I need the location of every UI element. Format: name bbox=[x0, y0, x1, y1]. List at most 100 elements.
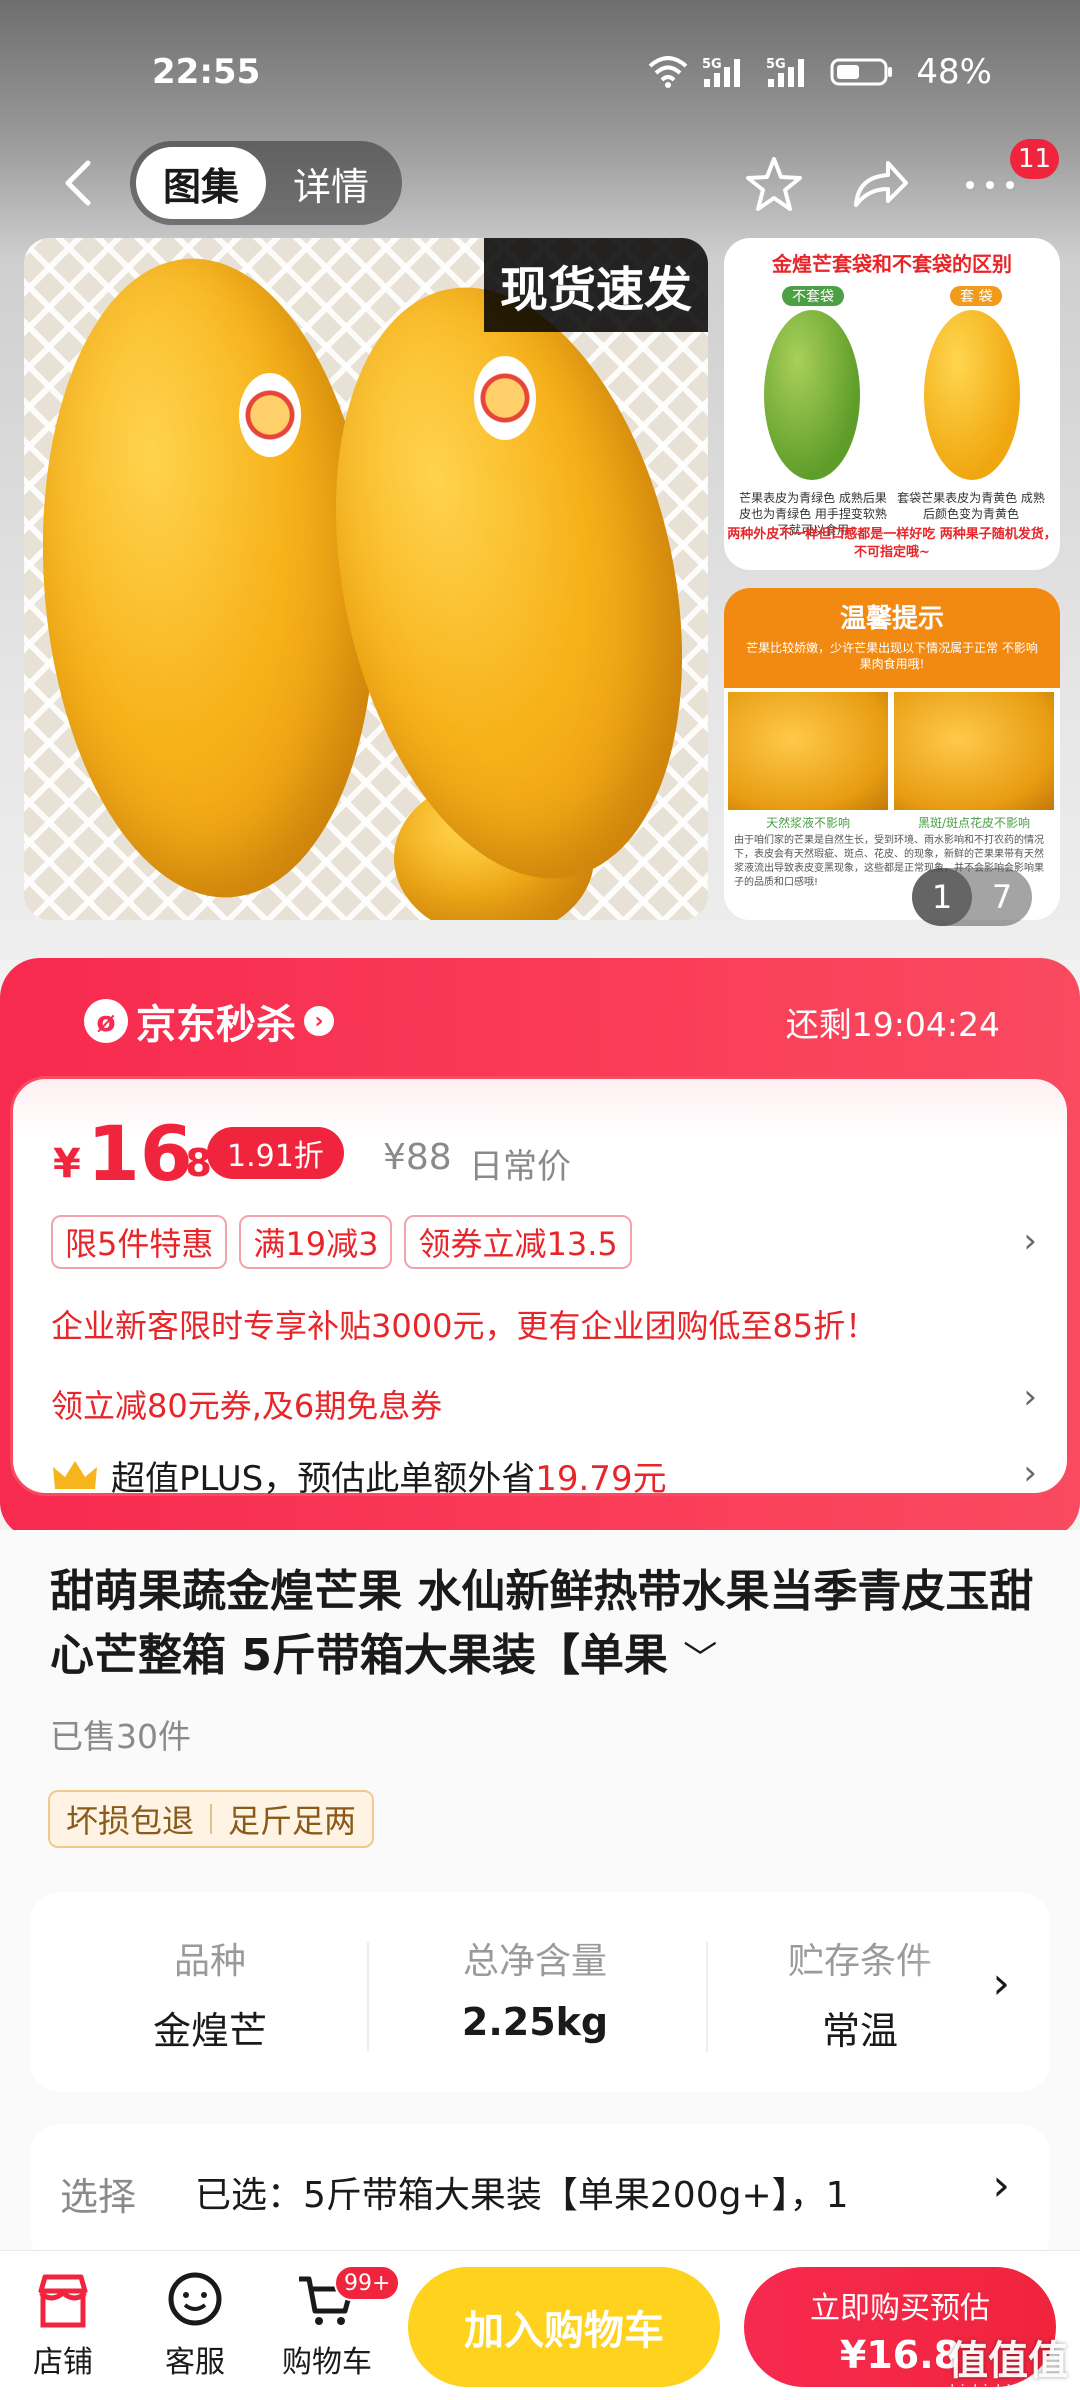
seckill-logo-icon: ø bbox=[84, 999, 128, 1043]
yellow-mango-image bbox=[924, 310, 1020, 480]
price-decimal: .8 bbox=[171, 1141, 212, 1185]
unbagged-tag: 不套袋 bbox=[782, 286, 844, 306]
shop-icon bbox=[38, 2274, 88, 2328]
plus-save-amount: 19.79元 bbox=[535, 1459, 667, 1499]
plus-savings-row[interactable]: 超值PLUS，预估此单额外省19.79元 bbox=[51, 1451, 667, 1500]
spec-summary[interactable]: 品种 金煌芒 总净含量 2.25kg 贮存条件 常温 › bbox=[30, 1892, 1050, 2092]
main-product-photo[interactable]: 现货速发 bbox=[24, 238, 708, 920]
sku-select-row[interactable]: 选择 已选：5斤带箱大果装【单果200g+】，1 › bbox=[30, 2124, 1050, 2264]
price-card: ¥ 16 .8 1.91折 ¥88 日常价 限5件特惠 满19减3 领券立减13… bbox=[10, 1076, 1070, 1499]
plus-text: 超值PLUS，预估此单额外省 bbox=[111, 1459, 536, 1499]
customer-service-button[interactable]: 客服 bbox=[140, 2271, 250, 2381]
spec-item: 品种 金煌芒 bbox=[60, 1932, 360, 2055]
page-total: 7 bbox=[991, 878, 1013, 916]
spec-value: 金煌芒 bbox=[152, 2009, 267, 2053]
page-current: 1 bbox=[912, 868, 972, 926]
buy-now-label: 立即购买预估 bbox=[810, 2291, 990, 2326]
mango-sticker bbox=[239, 373, 301, 457]
watermark-url: zhizhizhi.com bbox=[941, 2381, 1050, 2400]
chevron-right-icon[interactable]: › bbox=[992, 1958, 1010, 2009]
watermark-logo: 值值值 bbox=[948, 2338, 1068, 2384]
share-icon[interactable] bbox=[848, 153, 912, 217]
tab-gallery[interactable]: 图集 bbox=[136, 147, 266, 219]
product-title-text: 甜萌果蔬金煌芒果 水仙新鲜热带水果当季青皮玉甜心芒整箱 5斤带箱大果装【单果 bbox=[50, 1566, 1034, 1681]
crown-icon bbox=[53, 1460, 97, 1489]
caption-right: 黑斑/斑点花皮不影响 bbox=[917, 816, 1031, 830]
bagged-tag: 套 袋 bbox=[950, 286, 1003, 306]
enterprise-subsidy-text[interactable]: 企业新客限时专享补贴3000元，更有企业团购低至85折！ bbox=[51, 1301, 877, 1347]
signal-5g-icon-2: 5G bbox=[766, 57, 805, 87]
product-title[interactable]: 甜萌果蔬金煌芒果 水仙新鲜热带水果当季青皮玉甜心芒整箱 5斤带箱大果装【单果 ﹀ bbox=[50, 1560, 1040, 1691]
in-stock-label: 现货速发 bbox=[484, 238, 708, 332]
signal-5g-icon: 5G bbox=[702, 57, 741, 87]
green-mango-image bbox=[764, 310, 860, 480]
fade-overlay bbox=[910, 1922, 990, 2062]
chevron-right-icon: › bbox=[304, 1006, 334, 1036]
image-gallery[interactable]: 现货速发 金煌芒套袋和不套袋的区别 不套袋 套 袋 芒果表皮为青绿色 成熟后果皮… bbox=[24, 238, 1060, 920]
status-icons: 5G 5G 48% bbox=[648, 52, 992, 92]
divider bbox=[367, 1942, 369, 2052]
selected-sku: 已选：5斤带箱大果装【单果200g+】，1 bbox=[195, 2175, 849, 2216]
thumbnail-bagging-comparison[interactable]: 金煌芒套袋和不套袋的区别 不套袋 套 袋 芒果表皮为青绿色 成熟后果皮也为青绿色… bbox=[724, 238, 1060, 570]
customer-service-icon bbox=[168, 2272, 222, 2326]
svg-text:5G: 5G bbox=[702, 57, 722, 72]
spec-key: 总净含量 bbox=[462, 1941, 607, 1982]
cart-label: 购物车 bbox=[282, 2345, 372, 2380]
tips-subtitle: 芒果比较娇嫩，少许芒果出现以下情况属于正常 不影响果肉食用哦! bbox=[746, 641, 1038, 671]
seckill-title[interactable]: ø 京东秒杀 › bbox=[84, 992, 334, 1050]
countdown-timer: 还剩19:04:24 bbox=[785, 1005, 1000, 1044]
status-bar: 22:55 5G 5G 48% bbox=[0, 40, 1080, 110]
promo-tags[interactable]: 限5件特惠 满19减3 领券立减13.5 bbox=[51, 1215, 632, 1269]
card-title: 金煌芒套袋和不套袋的区别 bbox=[772, 252, 1012, 276]
cart-count-badge: 99+ bbox=[334, 2265, 401, 2301]
product-info: 甜萌果蔬金煌芒果 水仙新鲜热带水果当季青皮玉甜心芒整箱 5斤带箱大果装【单果 ﹀… bbox=[0, 1530, 1080, 2264]
mango-sticker bbox=[474, 356, 536, 440]
battery-icon bbox=[830, 58, 893, 86]
tab-detail[interactable]: 详情 bbox=[266, 147, 396, 219]
service-tag: 坏损包退 bbox=[66, 1802, 195, 1840]
coupon-text[interactable]: 领立减80元券,及6期免息券 bbox=[51, 1381, 442, 1427]
add-to-cart-button[interactable]: 加入购物车 bbox=[408, 2267, 720, 2387]
promo-tag[interactable]: 领券立减13.5 bbox=[404, 1215, 632, 1269]
bottom-action-bar: 店铺 客服 购物车 99+ 加入购物车 立即购买预估 ¥16.8 值值值 zhi… bbox=[0, 2250, 1080, 2400]
original-price-label: 日常价 bbox=[469, 1147, 571, 1187]
shop-label: 店铺 bbox=[33, 2345, 93, 2380]
select-label: 选择 bbox=[60, 2175, 137, 2219]
status-time: 22:55 bbox=[152, 52, 261, 92]
tips-title: 温馨提示 bbox=[839, 604, 944, 634]
service-label: 客服 bbox=[165, 2345, 225, 2380]
gallery-page-indicator: 1 7 bbox=[912, 868, 1032, 926]
svg-text:5G: 5G bbox=[766, 57, 786, 72]
seckill-title-text: 京东秒杀 bbox=[136, 1002, 296, 1048]
sold-count: 已售30件 bbox=[50, 1717, 191, 1756]
shop-button[interactable]: 店铺 bbox=[8, 2271, 118, 2381]
discount-badge: 1.91折 bbox=[207, 1127, 344, 1179]
favorite-star-icon[interactable] bbox=[742, 153, 806, 217]
chevron-down-icon[interactable]: ﹀ bbox=[683, 1639, 717, 1679]
promo-tag[interactable]: 满19减3 bbox=[239, 1215, 393, 1269]
wifi-icon bbox=[649, 56, 688, 88]
promo-tag[interactable]: 限5件特惠 bbox=[51, 1215, 228, 1269]
note-right: 套袋芒果表皮为青黄色 成熟后颜色变为青黄色 bbox=[897, 491, 1045, 521]
chevron-right-icon[interactable]: › bbox=[1023, 1377, 1037, 1417]
battery-percent: 48% bbox=[916, 52, 992, 92]
cart-button[interactable]: 购物车 99+ bbox=[272, 2265, 401, 2381]
caption-left: 天然浆液不影响 bbox=[765, 816, 850, 830]
spec-value: 2.25kg bbox=[461, 2000, 609, 2044]
chevron-right-icon[interactable]: › bbox=[992, 2160, 1010, 2211]
card-footer: 两种外皮不一样但口感都是一样好吃 两种果子随机发货，不可指定哦~ bbox=[727, 527, 1057, 560]
service-tag: 足斤足两 bbox=[228, 1802, 357, 1840]
back-arrow-icon[interactable] bbox=[50, 153, 110, 213]
spec-item: 总净含量 2.25kg bbox=[385, 1932, 685, 2044]
mango-spots-photo bbox=[894, 692, 1054, 810]
service-tags[interactable]: 坏损包退 足斤足两 bbox=[48, 1790, 375, 1848]
divider bbox=[706, 1942, 708, 2052]
currency-symbol: ¥ bbox=[53, 1141, 81, 1187]
chevron-right-icon[interactable]: › bbox=[1023, 1453, 1037, 1493]
message-count-badge: 11 bbox=[1010, 139, 1060, 179]
spec-key: 品种 bbox=[173, 1941, 246, 1982]
top-nav: 图集 详情 11 bbox=[0, 135, 1080, 230]
seckill-section: ø 京东秒杀 › 还剩19:04:24 ¥ 16 .8 1.91折 ¥88 日常… bbox=[0, 958, 1080, 1538]
original-price: ¥88 bbox=[383, 1137, 452, 1178]
chevron-right-icon[interactable]: › bbox=[1023, 1221, 1037, 1261]
